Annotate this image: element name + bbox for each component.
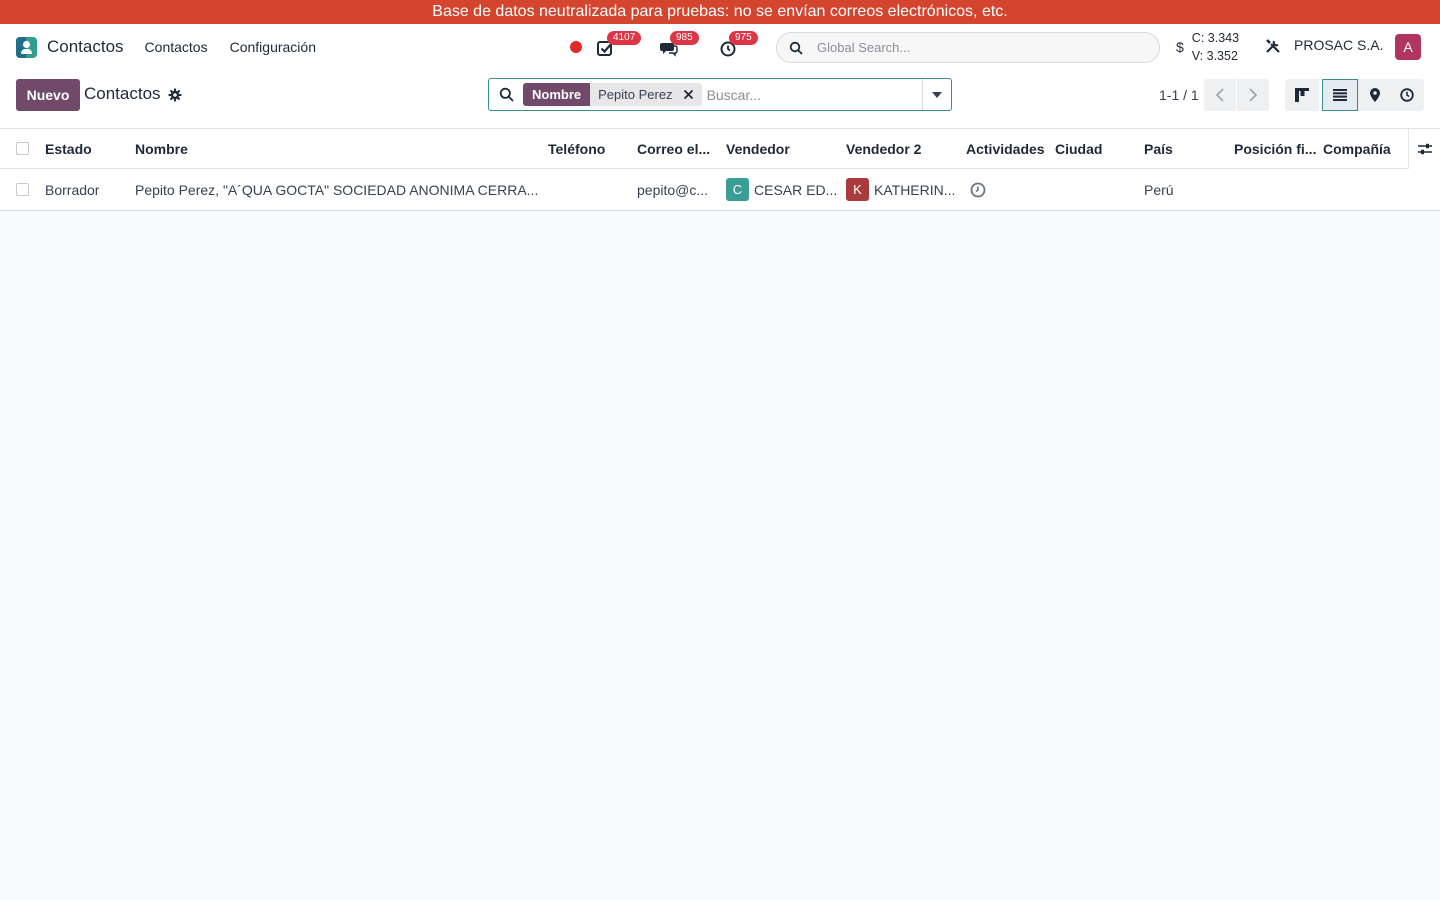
map-marker-icon <box>1370 88 1380 102</box>
search-icon <box>789 41 803 55</box>
cell-pais: Perú <box>1144 181 1174 198</box>
column-header-vendedor[interactable]: Vendedor <box>726 129 790 168</box>
search-facet[interactable]: Nombre Pepito Perez <box>523 83 702 106</box>
row-checkbox[interactable] <box>16 183 29 196</box>
pager-value[interactable]: 1-1 / 1 <box>1159 87 1199 103</box>
facet-label: Nombre <box>523 83 591 106</box>
select-all-checkbox[interactable] <box>16 142 29 155</box>
chevron-left-icon <box>1215 88 1224 102</box>
kanban-icon <box>1295 88 1309 102</box>
gear-icon[interactable] <box>168 88 182 102</box>
menu-contactos[interactable]: Contactos <box>145 39 208 55</box>
column-header-nombre[interactable]: Nombre <box>135 129 188 168</box>
cell-correo: pepito@c... <box>637 181 709 198</box>
vendedor-name: CESAR ED... <box>754 181 838 198</box>
activities-badge: 4107 <box>607 31 642 45</box>
column-header-telefono[interactable]: Teléfono <box>548 129 605 168</box>
messages-badge: 985 <box>670 31 699 45</box>
column-header-posicion-fiscal[interactable]: Posición fi... <box>1234 129 1316 168</box>
search-icon <box>499 87 514 102</box>
currency-rates[interactable]: $ C: 3.343 V: 3.352 <box>1176 29 1239 65</box>
list-icon <box>1333 89 1347 101</box>
clock-icon <box>1400 88 1414 102</box>
cell-vendedor-2: K KATHERIN... <box>846 169 955 210</box>
control-panel: Nuevo Contactos Nombre Pepito Perez 1-1 … <box>0 70 1440 129</box>
optional-columns-toggle[interactable] <box>1408 129 1440 169</box>
activity-view-button[interactable] <box>1390 79 1424 111</box>
kanban-view-button[interactable] <box>1285 79 1319 111</box>
timer-icon[interactable]: 975 <box>719 31 758 57</box>
column-header-ciudad[interactable]: Ciudad <box>1055 129 1102 168</box>
test-database-banner: Base de datos neutralizada para pruebas:… <box>0 0 1440 24</box>
breadcrumb-title: Contactos <box>84 84 161 103</box>
contacts-list: Estado Nombre Teléfono Correo el... Vend… <box>0 129 1440 211</box>
menu-configuracion[interactable]: Configuración <box>230 39 316 55</box>
cell-actividades <box>970 169 986 210</box>
column-header-pais[interactable]: País <box>1144 129 1173 168</box>
vendedor-2-name: KATHERIN... <box>874 181 956 198</box>
column-header-correo[interactable]: Correo el... <box>637 129 710 168</box>
column-header-estado[interactable]: Estado <box>45 129 92 168</box>
cell-nombre: Pepito Perez, "A´QUA GOCTA" SOCIEDAD ANO… <box>135 181 539 198</box>
global-search-box[interactable] <box>776 32 1160 63</box>
avatar[interactable]: C <box>726 178 749 201</box>
close-icon[interactable] <box>683 89 694 100</box>
timer-badge: 975 <box>729 31 758 45</box>
messages-icon[interactable]: 985 <box>660 31 699 57</box>
global-search-input[interactable] <box>817 40 1137 55</box>
main-navbar: Contactos Contactos Configuración 4107 9… <box>0 24 1440 70</box>
pager-previous-button[interactable] <box>1204 79 1236 111</box>
pager-next-button[interactable] <box>1237 79 1269 111</box>
table-row[interactable]: Borrador Pepito Perez, "A´QUA GOCTA" SOC… <box>0 169 1440 210</box>
caret-down-icon <box>932 91 942 98</box>
column-header-vendedor-2[interactable]: Vendedor 2 <box>846 129 921 168</box>
chevron-right-icon <box>1249 88 1258 102</box>
column-header-actividades[interactable]: Actividades <box>966 129 1045 168</box>
app-name[interactable]: Contactos <box>47 37 124 57</box>
rate-buy: C: 3.343 <box>1191 31 1240 45</box>
rate-sell: V: 3.352 <box>1191 49 1238 63</box>
search-options-toggle[interactable] <box>922 79 951 110</box>
sliders-icon <box>1417 143 1432 155</box>
cell-estado: Borrador <box>45 181 100 198</box>
map-view-button[interactable] <box>1358 79 1392 111</box>
user-avatar[interactable]: A <box>1395 34 1421 60</box>
list-view-button[interactable] <box>1322 79 1358 111</box>
company-switcher[interactable]: PROSAC S.A. <box>1294 37 1383 53</box>
tools-icon[interactable] <box>1265 38 1281 57</box>
facet-value: Pepito Perez <box>598 87 673 102</box>
new-button[interactable]: Nuevo <box>16 79 80 111</box>
activities-check-icon[interactable]: 4107 <box>597 31 642 57</box>
dollar-icon: $ <box>1176 39 1184 55</box>
list-header: Estado Nombre Teléfono Correo el... Vend… <box>0 129 1440 169</box>
search-input[interactable] <box>706 86 907 103</box>
recording-status-icon[interactable] <box>570 41 582 53</box>
column-header-compania[interactable]: Compañía <box>1323 129 1391 168</box>
cell-vendedor: C CESAR ED... <box>726 169 837 210</box>
avatar[interactable]: K <box>846 178 869 201</box>
contacts-app-icon[interactable] <box>16 36 37 58</box>
clock-icon[interactable] <box>970 182 986 198</box>
search-bar[interactable]: Nombre Pepito Perez <box>488 78 952 111</box>
